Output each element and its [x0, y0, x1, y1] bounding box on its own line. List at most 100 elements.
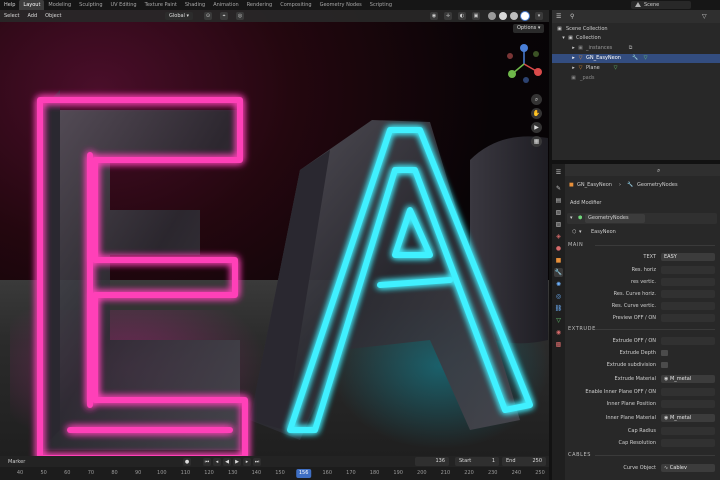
- outliner-row-collection[interactable]: ▾ ▣ Collection: [552, 34, 720, 43]
- shading-options-icon[interactable]: ▾: [535, 12, 543, 20]
- marker-menu[interactable]: Marker: [8, 459, 25, 465]
- add-modifier-button[interactable]: Add Modifier: [567, 198, 605, 208]
- workspace-tab-uv-editing[interactable]: UV Editing: [107, 0, 141, 10]
- view-layer-tab-icon[interactable]: ▨: [554, 220, 563, 229]
- particles-tab-icon[interactable]: ✺: [554, 280, 563, 289]
- render-tab-icon[interactable]: ▤: [554, 196, 563, 205]
- workspace-tab-geometry-nodes[interactable]: Geometry Nodes: [316, 0, 366, 10]
- menu-add[interactable]: Add: [23, 13, 41, 19]
- chevron-down-icon[interactable]: ▾: [560, 35, 567, 42]
- prev-key-icon[interactable]: ◂: [213, 458, 221, 466]
- snap-icon[interactable]: ⌖: [220, 12, 228, 20]
- play-reverse-icon[interactable]: ◀: [223, 458, 231, 466]
- start-frame-field[interactable]: Start 1: [455, 457, 499, 466]
- workspace-tab-modeling[interactable]: Modeling: [44, 0, 75, 10]
- menu-select[interactable]: Select: [0, 13, 23, 19]
- search-icon[interactable]: ⌕: [657, 167, 660, 175]
- node-group-name[interactable]: EasyNeon: [591, 229, 616, 235]
- material-tab-icon[interactable]: ◉: [554, 328, 563, 337]
- jump-start-icon[interactable]: ⏮: [203, 458, 211, 466]
- preview-field[interactable]: [661, 314, 715, 322]
- res-curve-vertic-field[interactable]: [661, 302, 715, 310]
- workspace-tab-rendering[interactable]: Rendering: [243, 0, 277, 10]
- extrude-subdivision-checkbox[interactable]: [661, 362, 668, 368]
- perspective-grid-icon[interactable]: ▦: [531, 136, 542, 147]
- outliner-row-gn-easyneon[interactable]: ▸ ▽ GN_EasyNeon 🔧 ▽: [552, 54, 720, 63]
- extrude-on-field[interactable]: [661, 337, 715, 345]
- texture-tab-icon[interactable]: ▩: [554, 340, 563, 349]
- workspace-tab-compositing[interactable]: Compositing: [276, 0, 315, 10]
- chevron-right-icon[interactable]: ▸: [570, 65, 577, 72]
- keyframe-toggle-icon[interactable]: ●: [183, 458, 191, 466]
- current-frame-field[interactable]: 136: [415, 457, 449, 466]
- filter-icon[interactable]: ⚲: [570, 13, 574, 20]
- end-frame-field[interactable]: End 250: [502, 457, 546, 466]
- play-icon[interactable]: ▶: [233, 458, 241, 466]
- wireframe-shading-icon[interactable]: [488, 12, 496, 20]
- inner-plane-material-field[interactable]: ◉ M_metal: [661, 414, 715, 422]
- modifier-name-field[interactable]: GeometryNodes: [585, 214, 645, 223]
- jump-end-icon[interactable]: ⏭: [253, 458, 261, 466]
- res-curve-horiz-field[interactable]: [661, 290, 715, 298]
- extrude-material-field[interactable]: ◉ M_metal: [661, 375, 715, 383]
- object-tab-icon[interactable]: ■: [554, 256, 563, 265]
- workspace-tab-shading[interactable]: Shading: [181, 0, 209, 10]
- chevron-down-icon[interactable]: ▾: [570, 215, 573, 221]
- timeline-tick: 110: [180, 470, 191, 476]
- visibility-icon[interactable]: ◉: [430, 12, 438, 20]
- solid-shading-icon[interactable]: [499, 12, 507, 20]
- modifier-panel-header[interactable]: ▾ ⬢ GeometryNodes: [567, 213, 717, 224]
- modifier-tab-icon[interactable]: 🔧: [554, 268, 563, 277]
- outliner-row-scene-collection[interactable]: ▣ Scene Collection: [552, 25, 720, 34]
- overlay-icon[interactable]: ◐: [458, 12, 466, 20]
- curve-object-field[interactable]: ∿ Cablev: [661, 464, 715, 472]
- workspace-tab-scripting[interactable]: Scripting: [366, 0, 396, 10]
- outliner-row-instances[interactable]: ▸ ▣ _instances ⧉: [552, 44, 720, 53]
- xray-icon[interactable]: ▣: [472, 12, 480, 20]
- res-vertic-field[interactable]: [661, 278, 715, 286]
- physics-tab-icon[interactable]: ◎: [554, 292, 563, 301]
- 3d-viewport[interactable]: Select Add Object Global ▾ ⊙ ⌖ ◎ ◉ ✛ ◐ ▣…: [0, 10, 549, 456]
- chevron-right-icon[interactable]: ▸: [570, 45, 577, 52]
- constraints-tab-icon[interactable]: ⛓: [554, 304, 563, 313]
- inner-plane-enable-field[interactable]: [661, 388, 715, 396]
- properties-editor-icon[interactable]: ☰: [554, 168, 563, 177]
- menu-help[interactable]: Help: [0, 2, 19, 8]
- viewport-options-button[interactable]: Options ▾: [513, 24, 545, 33]
- outliner-row-pads[interactable]: ▣ _pads: [552, 74, 720, 83]
- outliner-filter-icon[interactable]: ▽: [702, 13, 707, 20]
- workspace-tab-sculpting[interactable]: Sculpting: [75, 0, 106, 10]
- output-tab-icon[interactable]: ▧: [554, 208, 563, 217]
- workspace-tab-animation[interactable]: Animation: [209, 0, 243, 10]
- scene-selector[interactable]: Scene: [631, 1, 691, 9]
- inner-plane-position-field[interactable]: [661, 400, 715, 408]
- cap-radius-field[interactable]: [661, 427, 715, 435]
- tool-tab-icon[interactable]: ✎: [554, 184, 563, 193]
- menu-object[interactable]: Object: [41, 13, 65, 19]
- workspace-tab-layout[interactable]: Layout: [19, 0, 45, 10]
- timeline-ruler[interactable]: 40 50 60 70 80 90 100 110 120 130 140 150 156 160 170 1…: [0, 467, 549, 480]
- outliner-row-plane[interactable]: ▸ ▽ Plane ▽: [552, 64, 720, 73]
- res-horiz-field[interactable]: [661, 266, 715, 274]
- world-tab-icon[interactable]: ●: [554, 244, 563, 253]
- transform-orientation-dropdown[interactable]: Global ▾: [165, 12, 194, 20]
- material-shading-icon[interactable]: [510, 12, 518, 20]
- gizmo-toggle-icon[interactable]: ✛: [444, 12, 452, 20]
- rendered-shading-icon[interactable]: [521, 12, 529, 20]
- camera-view-icon[interactable]: ▶: [531, 122, 542, 133]
- text-input[interactable]: EASY: [661, 253, 715, 261]
- zoom-icon[interactable]: ⌕: [531, 94, 542, 105]
- data-tab-icon[interactable]: ▽: [554, 316, 563, 325]
- extrude-depth-checkbox[interactable]: [661, 350, 668, 356]
- proportional-edit-icon[interactable]: ◎: [236, 12, 244, 20]
- chevron-right-icon[interactable]: ▸: [570, 55, 577, 62]
- outliner-editor-icon[interactable]: ☰: [556, 13, 561, 20]
- pivot-icon[interactable]: ⊙: [204, 12, 212, 20]
- scene-tab-icon[interactable]: ◈: [554, 232, 563, 241]
- navigation-gizmo[interactable]: [502, 42, 546, 86]
- chevron-down-icon[interactable]: ▾: [579, 229, 582, 235]
- cap-resolution-field[interactable]: [661, 439, 715, 447]
- next-key-icon[interactable]: ▸: [243, 458, 251, 466]
- pan-hand-icon[interactable]: ✋: [531, 108, 542, 119]
- workspace-tab-texture-paint[interactable]: Texture Paint: [141, 0, 181, 10]
